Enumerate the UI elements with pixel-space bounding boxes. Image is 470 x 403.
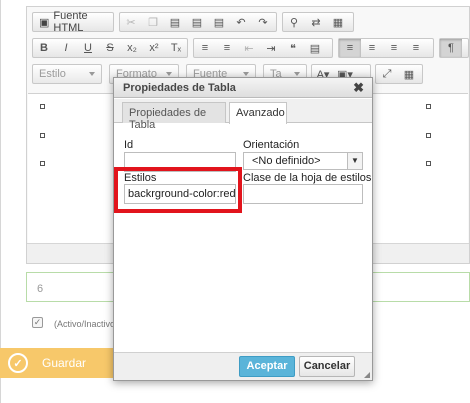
- active-checkbox[interactable]: ✓: [32, 317, 43, 328]
- strike-button[interactable]: S: [99, 39, 121, 57]
- undo-icon[interactable]: ↶: [230, 13, 252, 31]
- align-group: ≡ ≡ ≡ ≡: [338, 38, 434, 58]
- tab-advanced[interactable]: Avanzado: [229, 102, 287, 124]
- active-checkbox-label: (Activo/Inactivo): [54, 319, 119, 329]
- cut-icon[interactable]: ✂: [120, 13, 142, 31]
- ltr-icon[interactable]: ¶: [440, 39, 462, 57]
- resize-grip-icon[interactable]: [364, 372, 370, 378]
- numbered-list-icon[interactable]: ≡: [194, 39, 216, 57]
- div-icon[interactable]: ▤: [304, 39, 326, 57]
- orientation-value: <No definido>: [252, 155, 321, 167]
- maximize-icon[interactable]: ⤢: [376, 65, 398, 83]
- indent-icon[interactable]: ⇥: [260, 39, 282, 57]
- align-left-icon[interactable]: ≡: [339, 39, 361, 57]
- dialog-tabs: Propiedades de Tabla Avanzado: [114, 99, 372, 131]
- save-label: Guardar: [42, 356, 87, 370]
- source-icon: ▣: [39, 16, 50, 29]
- style-combo-label: Estilo: [39, 68, 66, 80]
- copy-icon[interactable]: ❐: [142, 13, 164, 31]
- align-center-icon[interactable]: ≡: [361, 39, 383, 57]
- italic-button[interactable]: I: [55, 39, 77, 57]
- paste-word-icon[interactable]: ▤: [208, 13, 230, 31]
- source-label: Fuente HTML: [53, 10, 88, 34]
- resize-handle[interactable]: [426, 133, 431, 138]
- list-group: ≡ ≡ ⇤ ⇥ ❝ ▤: [193, 38, 333, 58]
- number-field-value: 6: [37, 283, 44, 295]
- superscript-button[interactable]: x²: [143, 39, 165, 57]
- tools-group: ⤢ ▦: [375, 64, 423, 84]
- basic-style-group: B I U S x₂ x² Tₓ: [32, 38, 188, 58]
- bulleted-list-icon[interactable]: ≡: [216, 39, 238, 57]
- check-circle-icon: ✓: [8, 353, 28, 373]
- show-blocks-icon[interactable]: ▦: [398, 65, 420, 83]
- resize-handle[interactable]: [40, 104, 45, 109]
- replace-icon[interactable]: ⇄: [305, 13, 327, 31]
- paste-icon[interactable]: ▤: [164, 13, 186, 31]
- bold-button[interactable]: B: [33, 39, 55, 57]
- subscript-button[interactable]: x₂: [121, 39, 143, 57]
- dialog-title-bar[interactable]: Propiedades de Tabla ✖: [114, 78, 372, 98]
- direction-group: ¶: [439, 38, 469, 58]
- orientation-select[interactable]: <No definido> ▼: [243, 152, 363, 170]
- close-icon[interactable]: ✖: [353, 80, 364, 96]
- orientation-label: Orientación: [243, 139, 300, 151]
- css-class-label: Clase de la hoja de estilos: [243, 172, 372, 184]
- css-class-input[interactable]: [243, 184, 363, 204]
- align-right-icon[interactable]: ≡: [383, 39, 405, 57]
- redo-icon[interactable]: ↷: [252, 13, 274, 31]
- select-all-icon[interactable]: ▦: [327, 13, 349, 31]
- dialog-footer: Aceptar Cancelar: [114, 352, 372, 380]
- find-icon[interactable]: ⚲: [283, 13, 305, 31]
- blockquote-icon[interactable]: ❝: [282, 39, 304, 57]
- chevron-down-icon: ▼: [347, 153, 362, 169]
- resize-handle[interactable]: [40, 133, 45, 138]
- dialog-title: Propiedades de Tabla: [123, 82, 236, 94]
- align-justify-icon[interactable]: ≡: [405, 39, 427, 57]
- find-group: ⚲ ⇄ ▦: [282, 12, 354, 32]
- accept-button[interactable]: Aceptar: [239, 356, 295, 377]
- style-combo[interactable]: Estilo: [32, 64, 102, 84]
- underline-button[interactable]: U: [77, 39, 99, 57]
- paste-text-icon[interactable]: ▤: [186, 13, 208, 31]
- id-label: Id: [124, 139, 134, 151]
- cancel-button[interactable]: Cancelar: [299, 356, 355, 377]
- highlight-annotation: [114, 167, 242, 213]
- resize-handle[interactable]: [40, 161, 45, 166]
- resize-handle[interactable]: [426, 161, 431, 166]
- source-button[interactable]: ▣ Fuente HTML: [32, 10, 114, 34]
- resize-handle[interactable]: [426, 104, 431, 109]
- tab-table-properties[interactable]: Propiedades de Tabla: [122, 102, 226, 131]
- check-mark-icon: ✓: [33, 317, 42, 327]
- table-properties-dialog: Propiedades de Tabla ✖ Propiedades de Ta…: [113, 77, 373, 381]
- outdent-icon[interactable]: ⇤: [238, 39, 260, 57]
- clipboard-group: ✂ ❐ ▤ ▤ ▤ ↶ ↷: [119, 12, 277, 32]
- remove-format-button[interactable]: Tₓ: [165, 39, 187, 57]
